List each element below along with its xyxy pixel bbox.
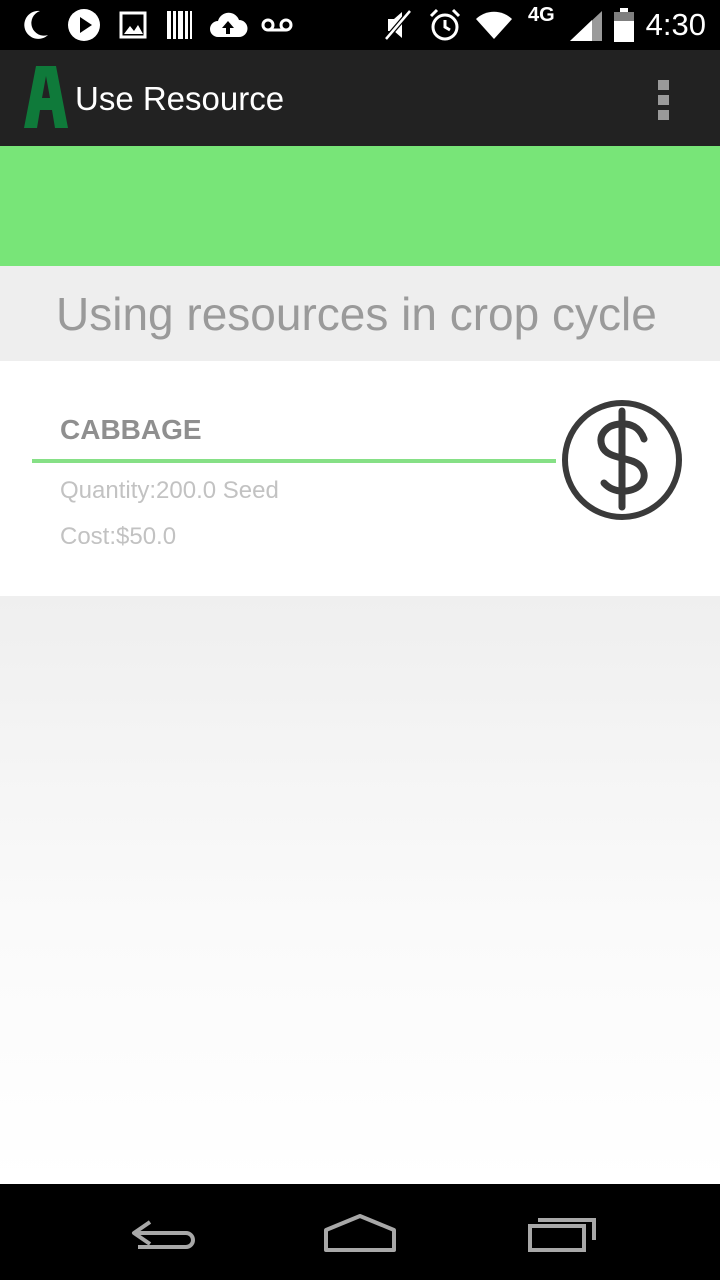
- dollar-icon[interactable]: [560, 397, 684, 523]
- section-title: Using resources in crop cycle: [56, 288, 657, 340]
- resource-name: CABBAGE: [60, 414, 202, 445]
- navigation-bar: [0, 1184, 720, 1280]
- page-title: Use Resource: [75, 80, 285, 117]
- resource-card[interactable]: CABBAGE Quantity:200.0 Seed Cost:$50.0: [0, 361, 720, 596]
- resource-cost: Cost:$50.0: [60, 523, 177, 550]
- battery-icon: [612, 7, 636, 43]
- overflow-menu-icon[interactable]: [648, 76, 680, 122]
- alarm-icon: [428, 7, 462, 43]
- home-icon[interactable]: [310, 1202, 410, 1262]
- resource-divider: [32, 459, 556, 463]
- mute-icon: [382, 7, 414, 43]
- clock-time: 4:30: [645, 7, 706, 42]
- status-bar: 4G 4:30: [0, 0, 720, 50]
- app-logo-icon[interactable]: [22, 64, 70, 130]
- content-area: [0, 596, 720, 1184]
- resource-quantity: Quantity:200.0 Seed: [60, 477, 279, 504]
- signal-icon: [566, 7, 606, 43]
- moon-icon: [18, 7, 52, 43]
- voicemail-icon: [260, 7, 294, 43]
- network-type-label: 4G: [528, 4, 555, 26]
- wifi-icon: [474, 7, 514, 43]
- barcode-icon: [164, 7, 194, 43]
- section-header: Using resources in crop cycle: [0, 266, 720, 361]
- action-bar: Use Resource: [0, 50, 720, 146]
- cloud-upload-icon: [208, 7, 248, 43]
- recents-icon[interactable]: [512, 1202, 612, 1262]
- image-icon: [118, 7, 148, 43]
- header-banner: [0, 146, 720, 266]
- back-icon[interactable]: [110, 1202, 210, 1262]
- play-icon: [66, 7, 102, 43]
